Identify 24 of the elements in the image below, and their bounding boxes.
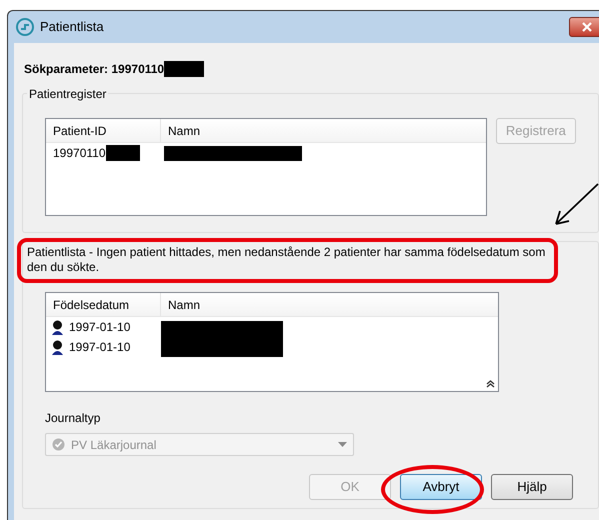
annotation-arrow: [552, 183, 599, 228]
redaction-bar: [106, 145, 140, 161]
column-header[interactable]: Födelsedatum: [46, 293, 161, 316]
dialog-button[interactable]: Avbryt: [400, 474, 482, 500]
column-header[interactable]: Patient-ID: [46, 119, 161, 142]
column-header[interactable]: Namn: [161, 293, 200, 316]
info-message: Patientlista - Ingen patient hittades, men nedanstående 2 patienter har samma födelsedatum som den du sökte.: [27, 245, 546, 275]
app-logo-icon: [16, 18, 34, 36]
redaction-bar: [164, 61, 204, 77]
collapse-icon[interactable]: [486, 379, 495, 388]
person-icon: [51, 340, 64, 354]
dropdown-arrow-icon: [338, 442, 347, 447]
close-button[interactable]: [569, 17, 599, 37]
table-cell-text: 1997-01-10: [69, 319, 130, 336]
search-parameter: Sökparameter: 19970110: [24, 61, 164, 78]
dialog-button[interactable]: Hjälp: [491, 474, 573, 500]
column-header[interactable]: Namn: [161, 119, 200, 142]
check-circle-icon: [52, 438, 65, 451]
person-icon: [51, 320, 64, 334]
field-label: Journaltyp: [45, 410, 102, 427]
table-cell-text: 1997-01-10: [69, 339, 130, 356]
close-icon: [582, 22, 592, 32]
window-title: Patientlista: [40, 18, 104, 36]
table-cell-text: 19970110: [53, 145, 106, 162]
